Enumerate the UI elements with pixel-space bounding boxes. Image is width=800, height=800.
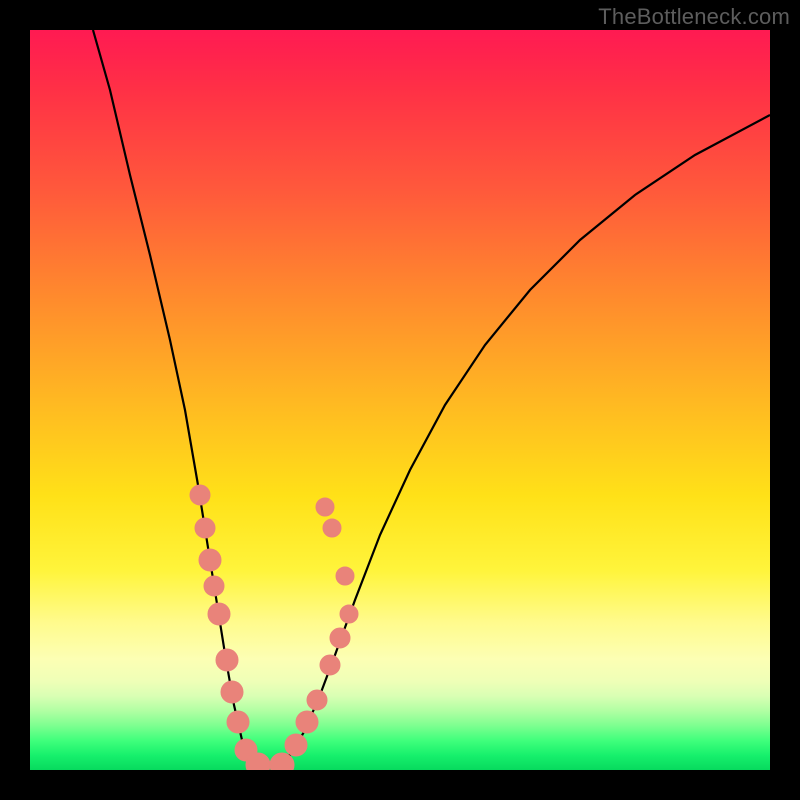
data-marker xyxy=(340,605,358,623)
line-left-branch xyxy=(93,30,275,767)
data-marker xyxy=(320,655,340,675)
line-right-branch xyxy=(275,115,770,767)
data-marker xyxy=(221,681,243,703)
data-marker xyxy=(285,734,307,756)
data-marker xyxy=(323,519,341,537)
data-marker xyxy=(307,690,327,710)
curves-svg xyxy=(30,30,770,770)
data-marker xyxy=(208,603,230,625)
data-marker xyxy=(316,498,334,516)
watermark-text: TheBottleneck.com xyxy=(598,4,790,30)
data-marker xyxy=(204,576,224,596)
data-marker xyxy=(330,628,350,648)
data-marker xyxy=(336,567,354,585)
chart-frame: TheBottleneck.com xyxy=(0,0,800,800)
data-marker xyxy=(216,649,238,671)
data-marker xyxy=(296,711,318,733)
data-marker xyxy=(199,549,221,571)
data-marker xyxy=(227,711,249,733)
data-markers xyxy=(190,485,358,770)
data-marker xyxy=(195,518,215,538)
plot-area xyxy=(30,30,770,770)
data-marker xyxy=(190,485,210,505)
